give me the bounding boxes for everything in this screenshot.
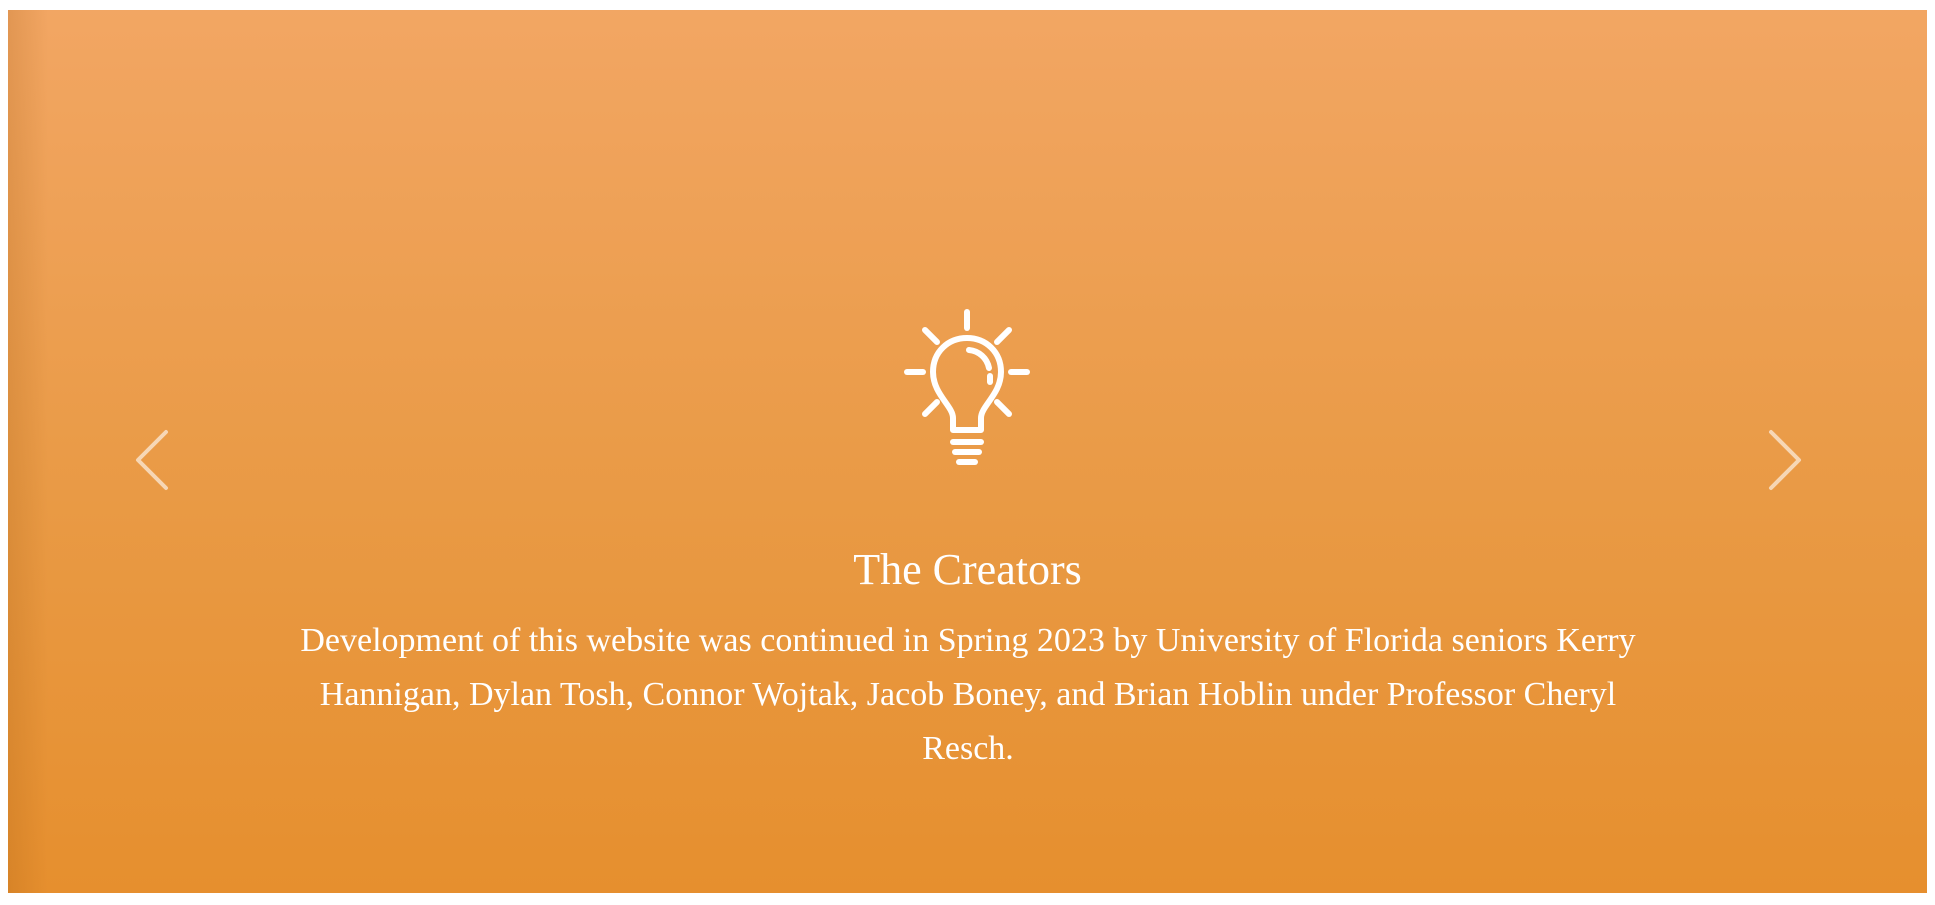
lightbulb-icon — [895, 306, 1039, 486]
carousel-prev-button[interactable] — [124, 420, 184, 500]
slide-description: Development of this website was continue… — [300, 622, 1636, 767]
chevron-right-icon — [1769, 430, 1801, 490]
carousel-next-button[interactable] — [1753, 420, 1813, 500]
chevron-left-icon — [136, 430, 168, 490]
left-shade — [8, 10, 48, 893]
slide-title: The Creators — [853, 545, 1082, 594]
hero-carousel: The Creators Development of this website… — [8, 10, 1927, 893]
